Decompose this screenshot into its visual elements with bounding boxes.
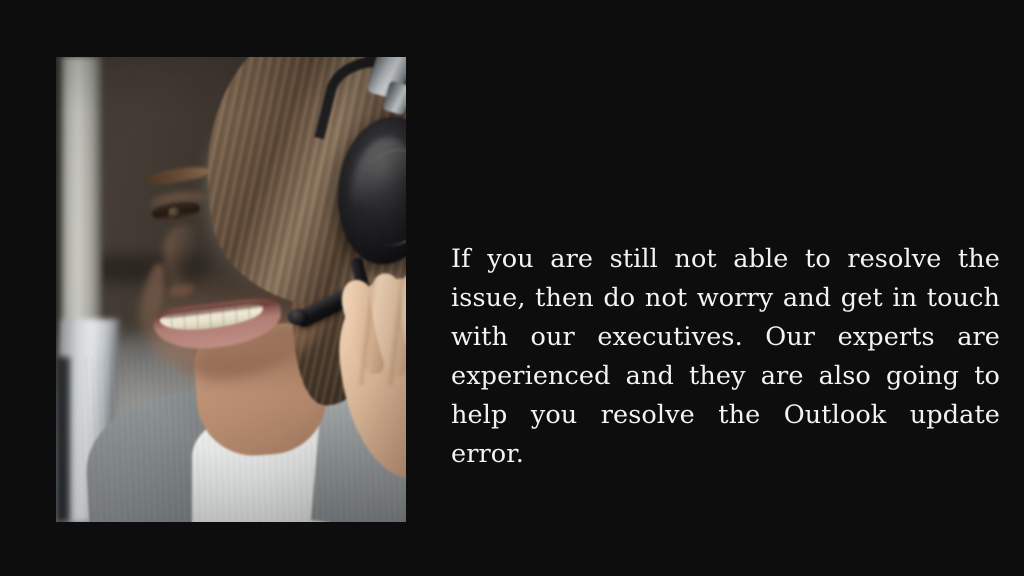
support-agent-photo (56, 57, 406, 522)
slide-canvas: If you are still not able to resolve the… (0, 0, 1024, 576)
caption-paragraph: If you are still not able to resolve the… (451, 243, 1000, 469)
photo-vignette (56, 57, 406, 522)
